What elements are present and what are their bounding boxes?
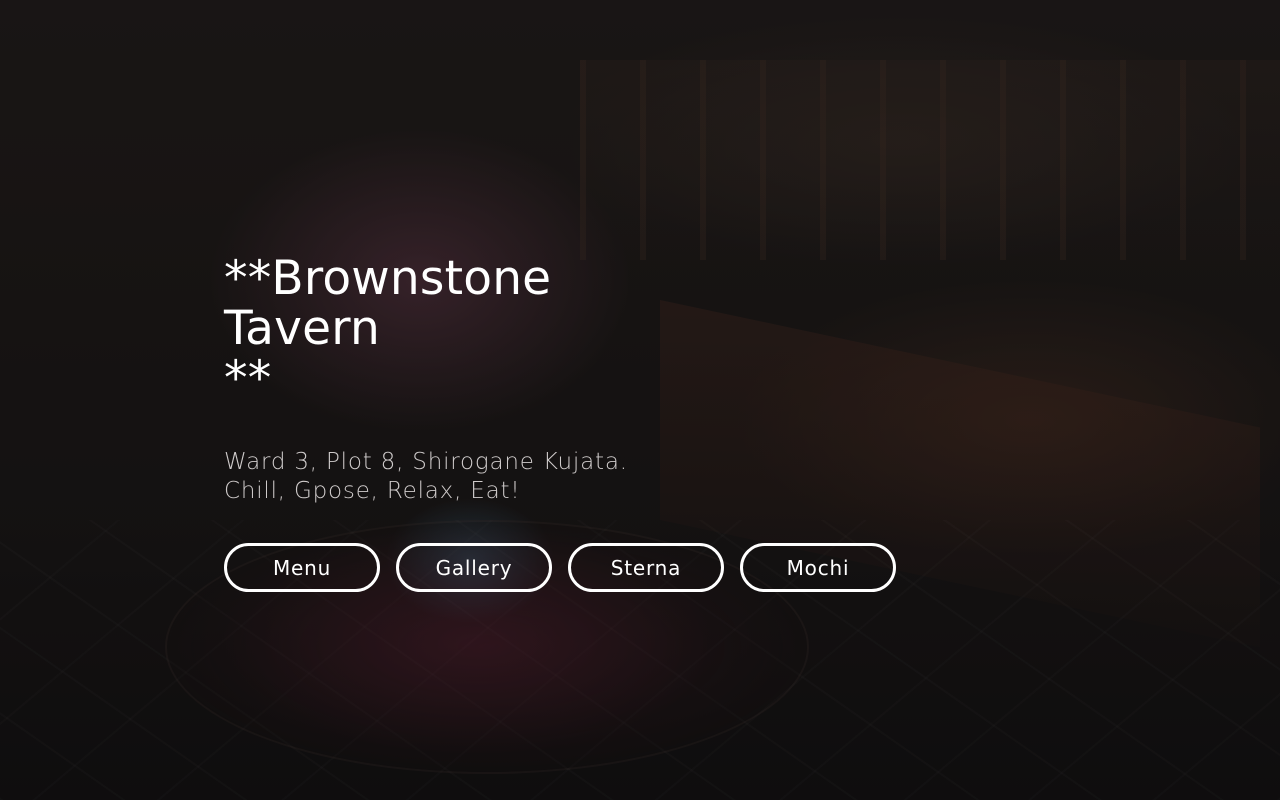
sterna-button[interactable]: Sterna xyxy=(568,543,724,592)
nav-buttons: Menu Gallery Sterna Mochi xyxy=(224,543,1124,592)
gallery-button[interactable]: Gallery xyxy=(396,543,552,592)
subtitle-tagline: Chill, Gpose, Relax, Eat! xyxy=(224,478,521,504)
menu-button[interactable]: Menu xyxy=(224,543,380,592)
hero-section: **Brownstone Tavern ** Ward 3, Plot 8, S… xyxy=(224,254,1124,592)
hero-subtitle: Ward 3, Plot 8, Shirogane Kujata. Chill,… xyxy=(224,448,1124,506)
mochi-button[interactable]: Mochi xyxy=(740,543,896,592)
subtitle-location: Ward 3, Plot 8, Shirogane Kujata. xyxy=(224,449,628,475)
page-title: **Brownstone Tavern ** xyxy=(224,251,552,406)
page: **Brownstone Tavern ** Ward 3, Plot 8, S… xyxy=(0,0,1280,800)
